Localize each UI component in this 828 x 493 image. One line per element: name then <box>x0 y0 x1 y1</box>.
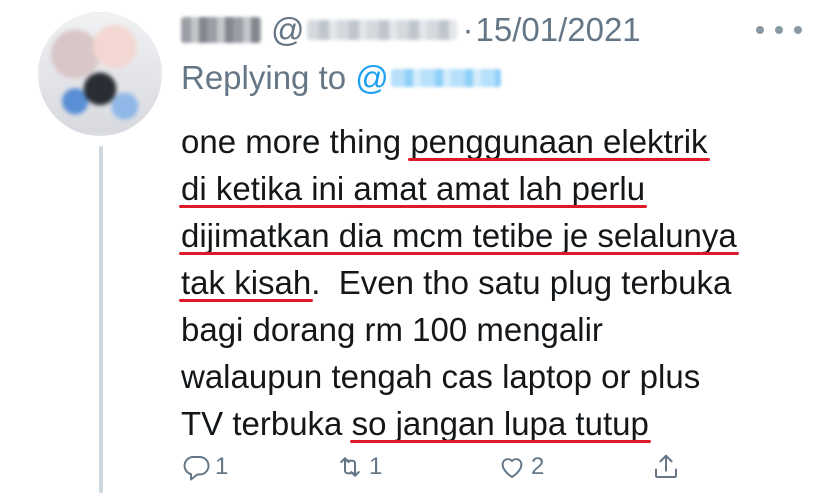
share-button[interactable] <box>651 452 681 482</box>
reply-count: 1 <box>215 453 229 480</box>
like-button[interactable]: 2 <box>497 452 544 482</box>
underlined-phrase: tak kisah <box>181 264 312 301</box>
underlined-phrase: dijimatkan dia mcm tetibe je selalunya <box>181 217 737 254</box>
replying-to-label: Replying to <box>181 59 347 96</box>
retweet-button[interactable]: 1 <box>335 452 382 482</box>
tweet-header: @ · 15/01/2021 <box>181 10 641 50</box>
tweet-text-line: bagi dorang rm 100 mengalir <box>181 306 811 353</box>
share-icon <box>655 454 677 478</box>
retweet-icon <box>340 457 360 477</box>
tweet-text-line: dijimatkan dia mcm tetibe je selalunya <box>181 212 811 259</box>
underlined-phrase: so jangan lupa tutup <box>351 405 649 442</box>
tweet-text-line: walaupun tengah cas laptop or plus <box>181 353 811 400</box>
tweet-text-line: tak kisah. Even tho satu plug terbuka <box>181 259 811 306</box>
text-segment: . Even tho satu plug terbuka <box>311 264 732 301</box>
tweet-text-line: TV terbuka so jangan lupa tutup <box>181 400 811 447</box>
text-segment: bagi dorang rm 100 mengalir <box>181 311 603 348</box>
thread-line <box>99 146 103 493</box>
author-handle-blurred <box>306 20 457 40</box>
author-handle-at: @ <box>271 11 305 48</box>
tweet-text-line: one more thing penggunaan elektrik <box>181 118 811 165</box>
replying-to: Replying to @ <box>181 58 501 98</box>
replying-to-mention[interactable]: @ <box>355 59 501 97</box>
more-horizontal-icon <box>756 26 764 34</box>
reply-icon <box>183 456 210 481</box>
author-handle[interactable]: @ <box>271 11 457 49</box>
author-name-blurred[interactable] <box>181 17 261 43</box>
tweet-date[interactable]: 15/01/2021 <box>476 11 641 49</box>
tweet-text: one more thing penggunaan elektrik di ket… <box>181 118 811 447</box>
separator-dot: · <box>462 11 474 48</box>
replying-to-handle-blurred <box>390 69 501 87</box>
more-options-button[interactable] <box>756 20 802 40</box>
text-segment: TV terbuka <box>181 405 352 442</box>
tweet-text-line: di ketika ini amat amat lah perlu <box>181 165 811 212</box>
retweet-count: 1 <box>369 453 383 480</box>
text-segment: walaupun tengah cas laptop or plus <box>181 358 701 395</box>
avatar[interactable] <box>38 12 162 136</box>
tweet-actions: 1 1 2 <box>181 450 801 486</box>
reply-button[interactable]: 1 <box>181 452 228 482</box>
text-segment: one more thing <box>181 123 411 160</box>
like-count: 2 <box>531 453 545 480</box>
underlined-phrase: di ketika ini amat amat lah perlu <box>181 170 646 207</box>
underlined-phrase: penggunaan elektrik <box>410 123 708 160</box>
heart-icon <box>501 458 523 478</box>
